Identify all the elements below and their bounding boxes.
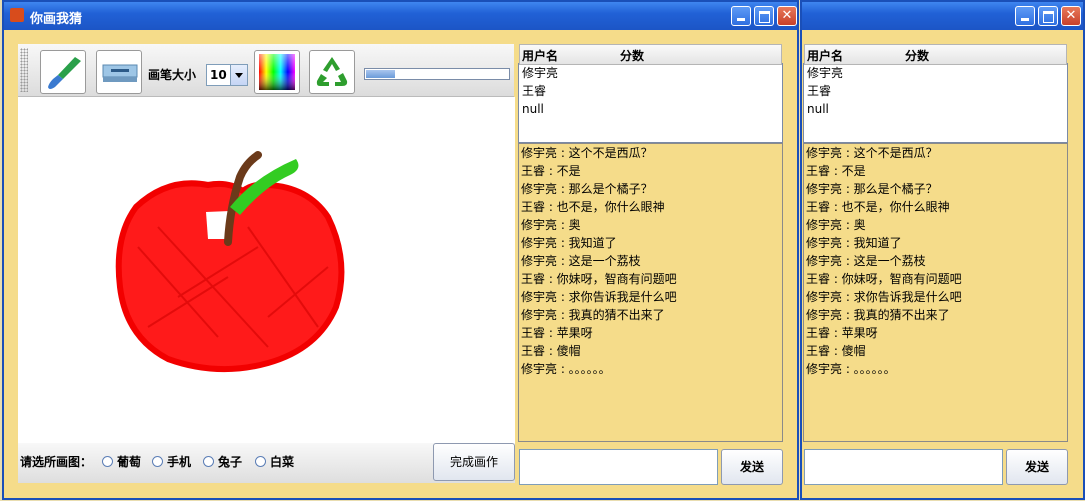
chat-message: 修宇亮 : 我知道了 [521, 236, 617, 250]
col-score-header: 分数 [620, 49, 645, 63]
option-radio-2[interactable] [152, 456, 163, 467]
recycle-icon [316, 57, 348, 86]
maximize-icon [755, 7, 773, 25]
table-row[interactable]: 修宇亮 [519, 64, 782, 82]
chat-history-2[interactable]: 修宇亮 : 这个不是西瓜？ 王睿 : 不是修宇亮 : 那么是个橘子？ 王睿 : 也不… [803, 143, 1068, 442]
chat-message: 王睿 : 傻帽 [806, 344, 866, 358]
chat-input-2[interactable] [804, 449, 1003, 485]
brush-icon [48, 57, 81, 89]
chat-message: 王睿 : 也不是，你什么眼神 [521, 200, 665, 214]
chat-message: 修宇亮 : 我真的猜不出来了 [806, 308, 950, 322]
table-row[interactable]: 王睿 [804, 82, 1067, 100]
apple-drawing [115, 151, 345, 373]
scoreboard-header-2: 用户名 分数 [804, 44, 1067, 65]
close-button[interactable]: ✕ [777, 6, 797, 26]
chat-message: 修宇亮 : 奥 [806, 218, 866, 232]
chat-message: 王睿 : 你妹呀，智商有问题吧 [521, 272, 677, 286]
option-radio-4[interactable] [255, 456, 266, 467]
drawing-toolbar: 画笔大小 10 [18, 44, 514, 97]
chat-message: 修宇亮 : 这是一个荔枝 [806, 254, 926, 268]
close-button-2[interactable]: ✕ [1061, 6, 1081, 26]
maximize-button-2[interactable] [1038, 6, 1058, 26]
option-label-4: 白菜 [270, 455, 295, 469]
chat-message: 修宇亮 : 这个不是西瓜？ [521, 146, 653, 160]
send-button-2[interactable]: 发送 [1006, 449, 1068, 485]
time-progress-bar [364, 68, 510, 80]
chat-message: 修宇亮 : 奥 [521, 218, 581, 232]
chat-message: 王睿 : 也不是，你什么眼神 [806, 200, 950, 214]
col-score-header-2: 分数 [905, 49, 930, 63]
chevron-down-icon[interactable] [230, 65, 247, 85]
option-label-1: 葡萄 [117, 455, 142, 469]
drawing-canvas[interactable] [18, 97, 515, 443]
chat-message: 修宇亮 : 求你告诉我是什么吧 [806, 290, 962, 304]
option-radio-1[interactable] [102, 456, 113, 467]
minimize-button-2[interactable] [1015, 6, 1035, 26]
chat-message: 修宇亮 : 这个不是西瓜？ [806, 146, 938, 160]
chat-history[interactable]: 修宇亮 : 这个不是西瓜？ 王睿 : 不是修宇亮 : 那么是个橘子？ 王睿 : 也不… [518, 143, 783, 442]
toolbar-grip[interactable] [20, 48, 28, 92]
option-label-2: 手机 [167, 455, 192, 469]
progress-fill [366, 70, 395, 78]
table-row[interactable]: 王睿 [519, 82, 782, 100]
chat-message: 王睿 : 苹果呀 [521, 326, 593, 340]
brush-tool-button[interactable] [40, 50, 86, 94]
col-user-header: 用户名 [522, 49, 559, 63]
finish-drawing-button[interactable]: 完成画作 [433, 443, 515, 481]
answer-selection-bar: 请选所画图： 葡萄 手机 兔子 白菜 完成画作 [18, 443, 515, 483]
send-button[interactable]: 发送 [721, 449, 783, 485]
choose-label: 请选所画图： [20, 455, 93, 469]
col-user-header-2: 用户名 [807, 49, 844, 63]
java-app-icon [10, 8, 24, 22]
chat-input[interactable] [519, 449, 718, 485]
window-title: 你画我猜 [30, 12, 83, 27]
eraser-icon [102, 64, 138, 82]
close-icon: ✕ [1065, 8, 1077, 23]
table-row[interactable]: null [804, 100, 1067, 118]
chat-message: 王睿 : 不是 [806, 164, 866, 178]
second-titlebar[interactable]: ✕ [802, 2, 1083, 30]
chat-message: 修宇亮 : 这是一个荔枝 [521, 254, 641, 268]
eraser-tool-button[interactable] [96, 50, 142, 94]
brush-size-label: 画笔大小 [148, 68, 197, 82]
chat-message: 王睿 : 苹果呀 [806, 326, 878, 340]
minimize-icon [732, 7, 750, 25]
main-titlebar[interactable]: 你画我猜 ✕ [4, 2, 797, 30]
minimize-icon [1016, 7, 1034, 25]
clear-canvas-button[interactable] [309, 50, 355, 94]
minimize-button[interactable] [731, 6, 751, 26]
scoreboard-header: 用户名 分数 [519, 44, 782, 65]
maximize-button[interactable] [754, 6, 774, 26]
option-label-3: 兔子 [218, 455, 243, 469]
color-palette-icon [259, 54, 295, 90]
chat-message: 修宇亮 : 。。。。。。 [521, 362, 611, 376]
chat-message: 修宇亮 : 求你告诉我是什么吧 [521, 290, 677, 304]
color-picker-button[interactable] [254, 50, 300, 94]
table-row[interactable]: 修宇亮 [804, 64, 1067, 82]
scoreboard-table-2: 用户名 分数 修宇亮 王睿 null [803, 44, 1068, 143]
chat-message: 修宇亮 : 那么是个橘子？ [806, 182, 938, 196]
chat-message: 修宇亮 : 我知道了 [806, 236, 902, 250]
chat-message: 王睿 : 不是 [521, 164, 581, 178]
maximize-icon [1039, 7, 1057, 25]
close-icon: ✕ [781, 8, 793, 23]
chat-message: 王睿 : 傻帽 [521, 344, 581, 358]
scoreboard-table: 用户名 分数 修宇亮 王睿 null [518, 44, 783, 143]
chat-message: 修宇亮 : 那么是个橘子？ [521, 182, 653, 196]
chat-message: 修宇亮 : 。。。。。。 [806, 362, 896, 376]
brush-size-value: 10 [210, 68, 227, 82]
brush-size-select[interactable]: 10 [206, 64, 248, 86]
option-radio-3[interactable] [203, 456, 214, 467]
chat-message: 王睿 : 你妹呀，智商有问题吧 [806, 272, 962, 286]
table-row[interactable]: null [519, 100, 782, 118]
chat-message: 修宇亮 : 我真的猜不出来了 [521, 308, 665, 322]
